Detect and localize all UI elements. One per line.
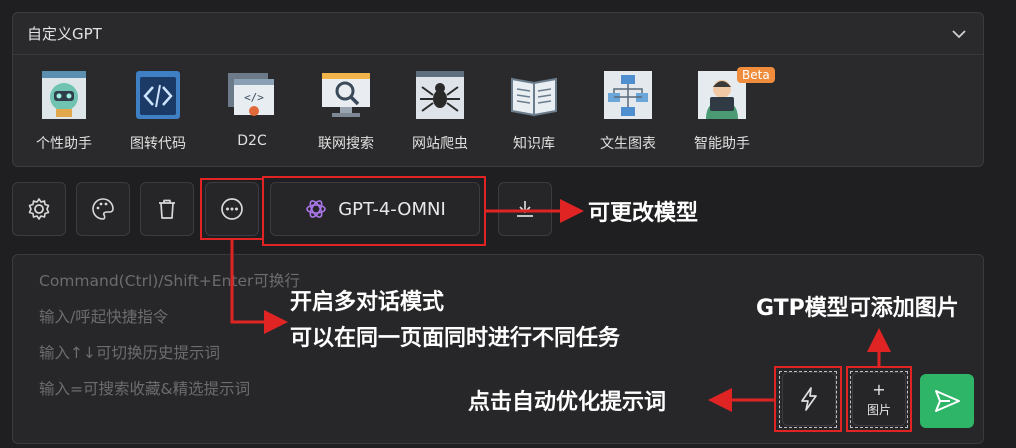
annotation-optimize-prompt: 点击自动优化提示词 [468, 390, 667, 415]
tool-list: 个性助手 图转代码 </> D2C 联网搜索 网站爬虫 知识库 文生图表 Bet… [17, 67, 775, 153]
custom-gpt-panel: 自定义GPT 个性助手 图转代码 </> D2C 联网搜索 网站爬虫 知识库 文… [12, 12, 984, 167]
trash-icon [159, 199, 175, 219]
design-to-code-icon: </> [228, 73, 274, 116]
spider-icon [416, 71, 464, 119]
tool-label: D2C [237, 133, 267, 149]
tool-item-text-to-chart[interactable]: 文生图表 [581, 67, 675, 153]
tool-label: 个性助手 [36, 136, 92, 152]
model-select-button[interactable]: GPT-4-OMNI [270, 182, 480, 236]
tool-item-smart-assistant[interactable]: Beta 智能助手 [675, 67, 775, 153]
settings-button[interactable] [12, 182, 66, 236]
download-button[interactable] [498, 182, 552, 236]
gear-icon [28, 198, 50, 220]
annotation-gtp-image: GTP模型可添加图片 [756, 296, 959, 321]
dashed-outline-image [850, 371, 908, 428]
tool-label: 智能助手 [694, 136, 750, 152]
placeholder-line: Command(Ctrl)/Shift+Enter可换行 [39, 272, 300, 290]
tool-item-knowledge-base[interactable]: 知识库 [487, 67, 581, 153]
placeholder-line: 输入↑↓可切换历史提示词 [39, 344, 220, 362]
tool-label: 图转代码 [130, 136, 186, 152]
send-button[interactable] [920, 374, 974, 428]
code-icon [136, 71, 180, 119]
theme-button[interactable] [76, 182, 130, 236]
tool-label: 知识库 [513, 136, 555, 152]
tool-item-personal-assistant[interactable]: 个性助手 [17, 67, 111, 153]
flowchart-icon [604, 71, 652, 119]
tool-label: 文生图表 [600, 136, 656, 152]
chevron-down-icon[interactable] [949, 24, 969, 44]
tool-item-web-crawler[interactable]: 网站爬虫 [393, 67, 487, 153]
openai-icon [306, 200, 327, 218]
palette-icon [92, 198, 114, 220]
tool-item-web-search[interactable]: 联网搜索 [299, 67, 393, 153]
panel-title: 自定义GPT [27, 25, 102, 43]
custom-gpt-header[interactable]: 自定义GPT [13, 13, 983, 55]
clear-button[interactable] [140, 182, 194, 236]
tool-item-image-to-code[interactable]: 图转代码 [111, 67, 205, 153]
robot-icon [42, 71, 86, 119]
download-icon [517, 201, 533, 217]
web-search-icon [322, 73, 370, 117]
placeholder-line: 输入/呼起快捷指令 [39, 308, 169, 326]
svg-text:</>: </> [244, 91, 264, 104]
book-icon [511, 77, 557, 117]
tool-item-d2c[interactable]: </> D2C [205, 67, 299, 153]
multi-dialog-button[interactable] [205, 182, 259, 236]
model-label: GPT-4-OMNI [338, 198, 446, 220]
annotation-change-model: 可更改模型 [588, 201, 699, 226]
send-icon [935, 390, 960, 412]
placeholder-line: 输入=可搜索收藏&精选提示词 [39, 380, 251, 398]
chat-bubble-icon [221, 198, 243, 220]
dashed-outline-optimize [779, 371, 837, 428]
tool-label: 联网搜索 [318, 136, 374, 152]
annotation-multi-dialog-1: 开启多对话模式 [290, 290, 445, 315]
tool-label: 网站爬虫 [412, 136, 468, 152]
beta-badge: Beta [737, 67, 775, 83]
annotation-multi-dialog-2: 可以在同一页面同时进行不同任务 [290, 326, 621, 351]
